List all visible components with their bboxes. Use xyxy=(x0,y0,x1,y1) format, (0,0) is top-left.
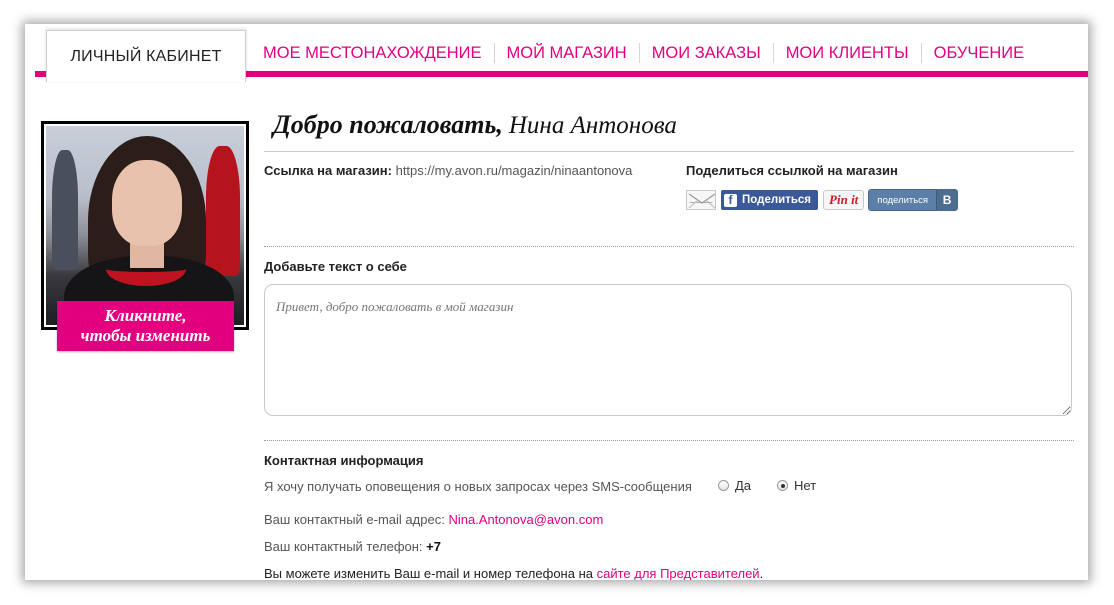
change-photo-line2: чтобы изменить xyxy=(80,326,211,345)
contact-title: Контактная информация xyxy=(264,453,424,468)
change-contact-row: Вы можете изменить Ваш e-mail и номер те… xyxy=(264,566,763,580)
facebook-share-label: Поделиться xyxy=(742,194,812,206)
vk-share-button[interactable]: поделиться В xyxy=(868,189,959,211)
photo-necklace xyxy=(106,252,186,286)
representatives-site-link[interactable]: сайте для Представителей xyxy=(597,566,760,580)
dotted-divider xyxy=(264,246,1074,247)
sms-no-label[interactable]: Нет xyxy=(794,478,816,493)
facebook-share-button[interactable]: f Поделиться xyxy=(721,190,819,210)
phone-value: +7 xyxy=(426,539,441,554)
email-row: Ваш контактный e-mail адрес: Nina.Antono… xyxy=(264,512,603,527)
vk-icon: В xyxy=(936,190,958,210)
sms-yes-radio[interactable] xyxy=(718,480,729,491)
nav-item-location[interactable]: МОЕ МЕСТОНАХОЖДЕНИЕ xyxy=(251,44,494,63)
nav-item-my-store[interactable]: МОЙ МАГАЗИН xyxy=(495,44,639,63)
email-share-icon[interactable] xyxy=(686,190,716,210)
nav-item-my-orders[interactable]: МОИ ЗАКАЗЫ xyxy=(640,44,773,63)
email-link[interactable]: Nina.Antonova@avon.com xyxy=(448,512,603,527)
nav-items: МОЕ МЕСТОНАХОЖДЕНИЕ МОЙ МАГАЗИН МОИ ЗАКА… xyxy=(251,42,1036,64)
about-textarea[interactable] xyxy=(264,284,1072,416)
nav-item-my-clients[interactable]: МОИ КЛИЕНТЫ xyxy=(774,44,921,63)
store-link: Ссылка на магазин: https://my.avon.ru/ma… xyxy=(264,163,632,178)
change-photo-line1: Кликните, xyxy=(104,306,187,325)
change-contact-text: Вы можете изменить Ваш e-mail и номер те… xyxy=(264,566,593,580)
about-title: Добавьте текст о себе xyxy=(264,259,407,274)
store-link-url[interactable]: https://my.avon.ru/magazin/ninaantonova xyxy=(396,163,633,178)
sms-yes-label[interactable]: Да xyxy=(735,478,751,493)
share-buttons: f Поделиться Pin it поделиться В xyxy=(686,189,959,211)
photo-face xyxy=(112,160,182,246)
profile-photo-frame[interactable] xyxy=(41,121,249,330)
change-contact-end: . xyxy=(759,566,764,580)
app-frame: ЛИЧНЫЙ КАБИНЕТ МОЕ МЕСТОНАХОЖДЕНИЕ МОЙ М… xyxy=(25,24,1088,580)
nav-item-training[interactable]: ОБУЧЕНИЕ xyxy=(922,44,1037,63)
welcome-heading: Добро пожаловать, Нина Антонова xyxy=(273,110,677,140)
phone-row: Ваш контактный телефон: +7 xyxy=(264,539,441,554)
sms-question: Я хочу получать оповещения о новых запро… xyxy=(264,479,692,494)
profile-photo[interactable] xyxy=(44,124,246,327)
pinterest-button[interactable]: Pin it xyxy=(823,190,865,210)
change-photo-button[interactable]: Кликните, чтобы изменить xyxy=(57,301,234,351)
main-nav: ЛИЧНЫЙ КАБИНЕТ МОЕ МЕСТОНАХОЖДЕНИЕ МОЙ М… xyxy=(25,24,1088,84)
email-label: Ваш контактный e-mail адрес: xyxy=(264,512,445,527)
welcome-name: Нина Антонова xyxy=(508,112,677,139)
sms-no-radio[interactable] xyxy=(777,480,789,491)
phone-label: Ваш контактный телефон: xyxy=(264,539,423,554)
dotted-divider xyxy=(264,440,1074,441)
welcome-greeting: Добро пожаловать, xyxy=(273,110,503,139)
facebook-icon: f xyxy=(724,193,737,207)
photo-background-figure xyxy=(52,150,78,270)
divider xyxy=(264,151,1074,152)
sms-radio-group: Да Нет xyxy=(718,478,816,493)
photo-background-figure xyxy=(206,146,240,276)
store-link-label: Ссылка на магазин: xyxy=(264,163,392,178)
tab-personal-cabinet[interactable]: ЛИЧНЫЙ КАБИНЕТ xyxy=(46,30,246,82)
vk-share-label: поделиться xyxy=(877,194,929,206)
share-title: Поделиться ссылкой на магазин xyxy=(686,163,898,178)
